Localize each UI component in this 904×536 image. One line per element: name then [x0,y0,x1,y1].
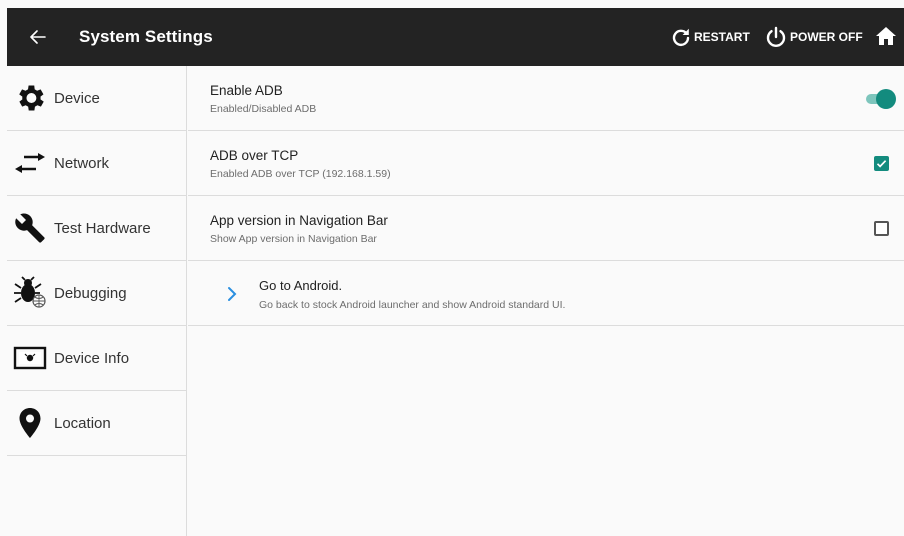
restart-icon [672,28,690,47]
checkmark-icon [876,160,887,168]
sidebar-item-label: Test Hardware [54,220,151,237]
setting-subtitle: Show App version in Navigation Bar [210,233,377,245]
enable-adb-toggle[interactable] [866,89,896,109]
arrow-left-icon [30,30,46,44]
toggle-thumb [876,89,896,109]
settings-list: Enable ADB Enabled/Disabled ADB ADB over… [188,66,904,536]
page-title: System Settings [79,27,213,46]
wrench-icon [12,210,48,246]
setting-subtitle: Go back to stock Android launcher and sh… [259,299,566,311]
bug-icon [12,275,48,311]
sidebar-item-label: Device Info [54,350,130,367]
power-icon [766,26,786,48]
setting-row-adb-over-tcp[interactable]: ADB over TCP Enabled ADB over TCP (192.1… [188,131,904,196]
device-screen-icon [12,340,48,376]
setting-title: Go to Android. [259,278,343,293]
setting-row-go-to-android[interactable]: Go to Android. Go back to stock Android … [188,261,904,326]
restart-label: RESTART [694,30,750,44]
power-off-button[interactable]: POWER OFF [765,25,863,49]
sidebar-item-device-info[interactable]: Device Info [7,326,186,391]
settings-sidebar: Device Network Test Hardware Debugging D… [7,66,187,536]
adb-over-tcp-checkbox[interactable] [874,156,889,171]
swap-arrows-icon [12,145,48,181]
location-pin-icon [12,405,48,441]
home-button[interactable] [874,24,898,48]
setting-title: ADB over TCP [210,148,299,163]
sidebar-item-test-hardware[interactable]: Test Hardware [7,196,186,261]
sidebar-item-device[interactable]: Device [7,66,186,131]
sidebar-item-location[interactable]: Location [7,391,186,456]
setting-row-app-version[interactable]: App version in Navigation Bar Show App v… [188,196,904,261]
back-button[interactable] [25,24,51,50]
setting-title: Enable ADB [210,83,283,98]
setting-subtitle: Enabled ADB over TCP (192.168.1.59) [210,168,391,180]
sidebar-item-debugging[interactable]: Debugging [7,261,186,326]
gear-icon [12,80,48,116]
sidebar-item-label: Device [54,90,100,107]
restart-button[interactable]: RESTART [671,25,750,49]
chevron-right-icon [228,287,237,301]
setting-subtitle: Enabled/Disabled ADB [210,103,317,115]
sidebar-item-label: Debugging [54,285,127,302]
sidebar-item-label: Location [54,415,111,432]
app-version-checkbox[interactable] [874,221,889,236]
home-icon [876,27,896,45]
sidebar-item-label: Network [54,155,110,172]
setting-row-enable-adb[interactable]: Enable ADB Enabled/Disabled ADB [188,66,904,131]
setting-title: App version in Navigation Bar [210,213,388,228]
power-off-label: POWER OFF [790,30,863,44]
top-app-bar: System Settings RESTART POWER OFF [7,8,904,66]
app-frame: System Settings RESTART POWER OFF Device… [7,8,904,536]
sidebar-item-network[interactable]: Network [7,131,186,196]
